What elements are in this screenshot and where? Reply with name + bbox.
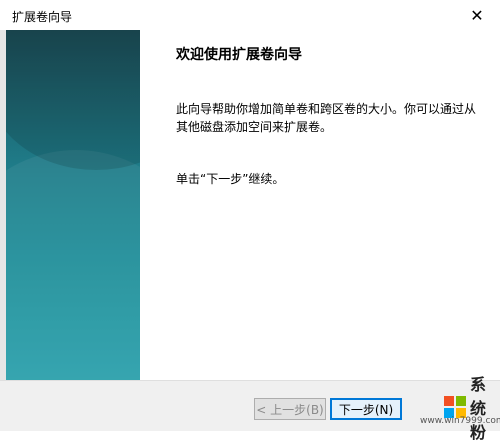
close-icon: ✕ <box>470 5 484 25</box>
next-button[interactable]: 下一步(N) <box>330 398 402 420</box>
watermark-brand: 系统粉 <box>470 375 487 442</box>
title-bar: 扩展卷向导 ✕ <box>0 0 500 30</box>
wizard-content-panel: 欢迎使用扩展卷向导 此向导帮助你增加简单卷和跨区卷的大小。你可以通过从其他磁盘添… <box>140 30 500 380</box>
wizard-heading: 欢迎使用扩展卷向导 <box>176 47 302 63</box>
window-title: 扩展卷向导 <box>12 10 73 24</box>
wizard-description: 此向导帮助你增加简单卷和跨区卷的大小。你可以通过从其他磁盘添加空间来扩展卷。 <box>176 102 477 134</box>
windows-logo-icon <box>444 396 466 418</box>
wizard-banner-image <box>6 30 140 380</box>
next-button-label: 下一步(N) <box>338 402 394 417</box>
wizard-instruction: 单击“下一步”继续。 <box>176 172 285 186</box>
back-button-label: < 上一步(B) <box>256 402 324 417</box>
close-button[interactable]: ✕ <box>454 0 500 30</box>
back-button[interactable]: < 上一步(B) <box>254 398 326 420</box>
watermark-url: www.win7999.com <box>420 416 500 426</box>
